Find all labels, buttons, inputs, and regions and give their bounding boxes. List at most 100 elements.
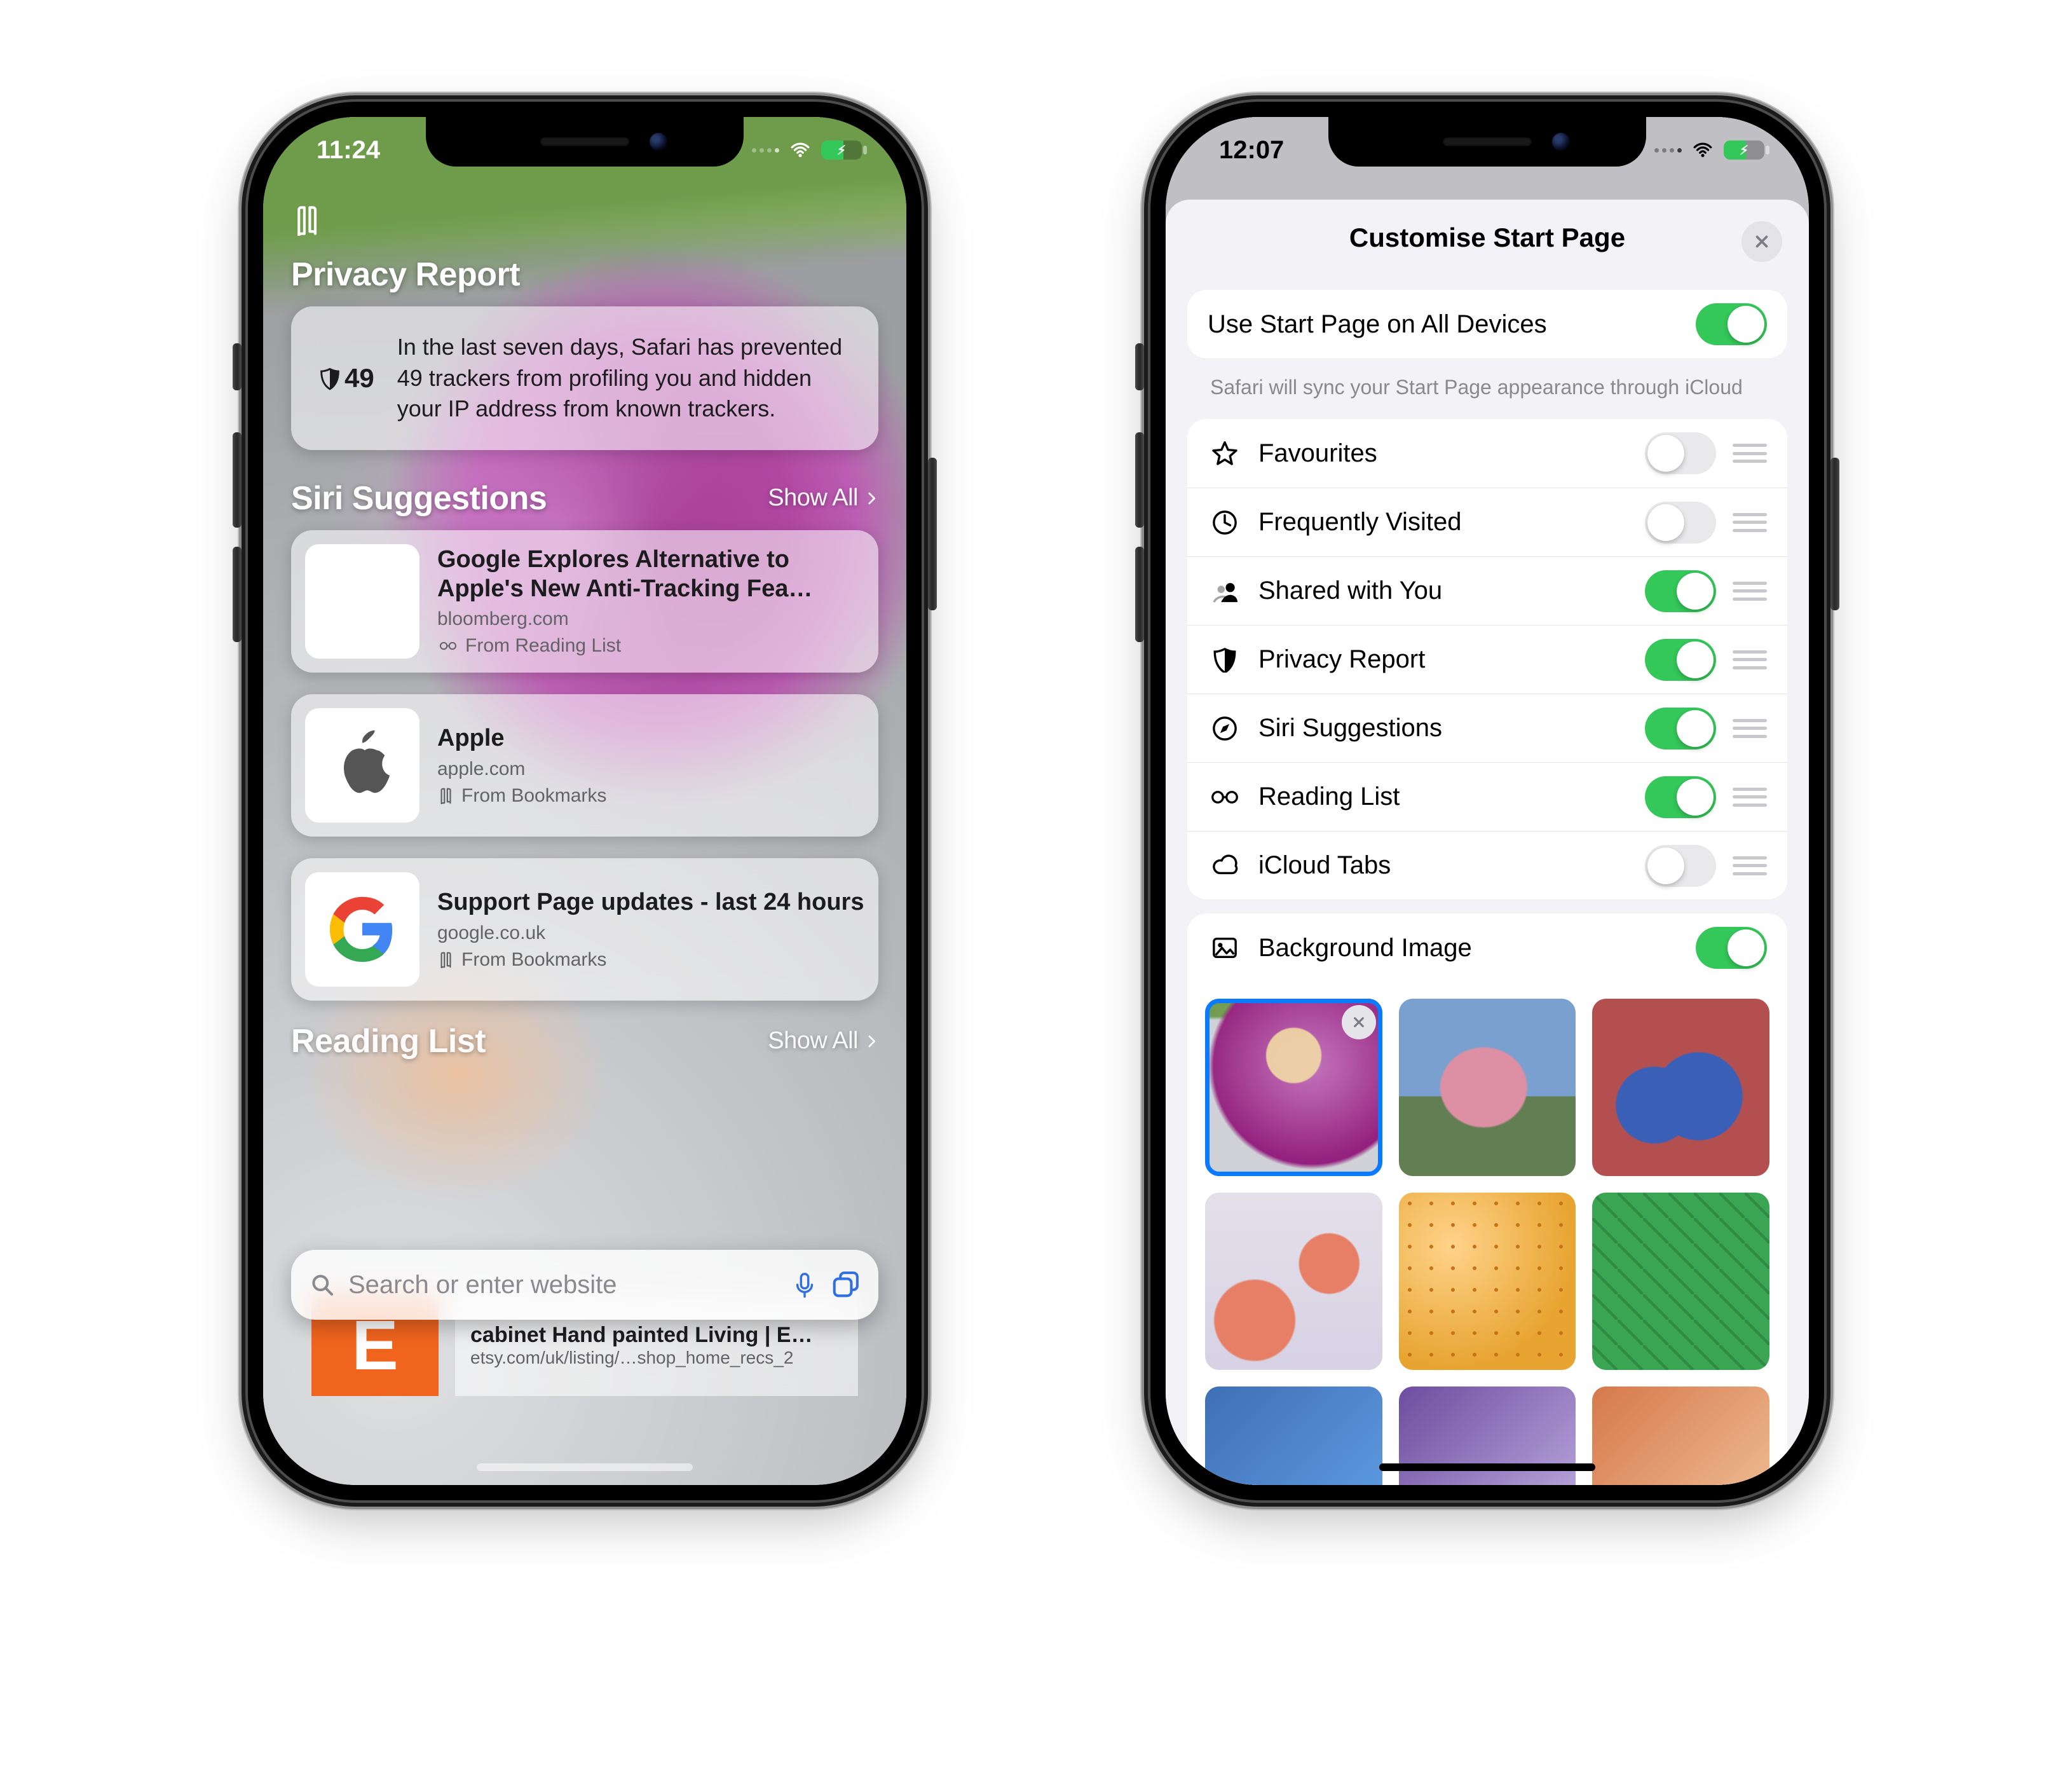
home-indicator[interactable] bbox=[477, 1463, 693, 1471]
section-row: Privacy Report bbox=[1187, 625, 1787, 694]
silence-switch[interactable] bbox=[1135, 343, 1144, 390]
notch bbox=[426, 117, 744, 167]
sync-label: Use Start Page on All Devices bbox=[1208, 310, 1679, 339]
show-all-link[interactable]: Show All bbox=[768, 1027, 878, 1055]
suggestion-title: Support Page updates - last 24 hours bbox=[437, 888, 864, 917]
section-toggle[interactable] bbox=[1645, 639, 1716, 681]
shield-icon bbox=[1208, 647, 1242, 673]
section-toggle[interactable] bbox=[1645, 845, 1716, 887]
section-label: Privacy Report bbox=[1258, 645, 1628, 674]
reading-item-title: cabinet Hand painted Living | E… bbox=[470, 1323, 843, 1348]
section-row: Frequently Visited bbox=[1187, 488, 1787, 556]
microphone-icon bbox=[792, 1271, 817, 1299]
section-toggle[interactable] bbox=[1645, 432, 1716, 474]
bg-option-current[interactable] bbox=[1205, 999, 1382, 1176]
suggestion-title: Apple bbox=[437, 724, 606, 753]
bg-option[interactable] bbox=[1592, 1193, 1769, 1370]
privacy-summary: In the last seven days, Safari has preve… bbox=[397, 332, 850, 425]
google-icon bbox=[327, 894, 397, 964]
drag-handle[interactable] bbox=[1733, 444, 1767, 463]
sections-group: Favourites Frequently Visited Shared with … bbox=[1187, 419, 1787, 900]
bg-option[interactable] bbox=[1592, 1386, 1769, 1485]
bg-option[interactable] bbox=[1399, 1193, 1576, 1370]
section-row: Shared with You bbox=[1187, 556, 1787, 625]
status-time: 12:07 bbox=[1219, 136, 1284, 165]
thumbnail bbox=[305, 708, 419, 823]
customise-sheet: Customise Start Page Use Start Page on A… bbox=[1166, 200, 1809, 1485]
address-bar[interactable]: Search or enter website bbox=[291, 1250, 878, 1320]
screen-right: 12:07 ⚡︎ Customise Start Page Use Start … bbox=[1166, 117, 1809, 1485]
section-row: iCloud Tabs bbox=[1187, 831, 1787, 900]
wifi-icon bbox=[1691, 140, 1715, 160]
power-button[interactable] bbox=[1830, 458, 1839, 610]
volume-down-button[interactable] bbox=[233, 547, 242, 642]
voice-search-button[interactable] bbox=[792, 1271, 817, 1299]
volume-up-button[interactable] bbox=[1135, 432, 1144, 528]
glasses-icon bbox=[1208, 784, 1242, 810]
chevron-right-icon bbox=[864, 1032, 878, 1051]
suggestion-domain: google.co.uk bbox=[437, 922, 864, 944]
address-placeholder: Search or enter website bbox=[348, 1271, 778, 1299]
home-indicator[interactable] bbox=[1379, 1463, 1595, 1471]
background-group: Background Image bbox=[1187, 914, 1787, 1485]
image-icon bbox=[1208, 935, 1242, 961]
sync-toggle[interactable] bbox=[1696, 303, 1767, 345]
sheet-header: Customise Start Page bbox=[1187, 200, 1787, 276]
reading-item-domain: etsy.com/uk/listing/…shop_home_recs_2 bbox=[470, 1348, 843, 1368]
volume-down-button[interactable] bbox=[1135, 547, 1144, 642]
bg-option[interactable] bbox=[1399, 999, 1576, 1176]
drag-handle[interactable] bbox=[1733, 856, 1767, 875]
power-button[interactable] bbox=[928, 458, 937, 610]
search-icon bbox=[310, 1273, 334, 1297]
volume-up-button[interactable] bbox=[233, 432, 242, 528]
drag-handle[interactable] bbox=[1733, 788, 1767, 807]
section-toggle[interactable] bbox=[1645, 776, 1716, 818]
siri-suggestion-item[interactable]: Apple apple.com From Bookmarks bbox=[291, 694, 878, 837]
clock-icon bbox=[1208, 510, 1242, 535]
bg-option[interactable] bbox=[1205, 1386, 1382, 1485]
battery-icon: ⚡︎ bbox=[1724, 140, 1764, 160]
close-button[interactable] bbox=[1741, 221, 1782, 262]
drag-handle[interactable] bbox=[1733, 582, 1767, 601]
drag-handle[interactable] bbox=[1733, 513, 1767, 532]
section-toggle[interactable] bbox=[1645, 570, 1716, 612]
sheet-title: Customise Start Page bbox=[1349, 222, 1625, 253]
section-toggle[interactable] bbox=[1645, 708, 1716, 750]
bookmarks-button[interactable] bbox=[291, 204, 324, 237]
glasses-icon bbox=[437, 638, 459, 654]
privacy-report-title: Privacy Report bbox=[291, 256, 878, 294]
bg-option[interactable] bbox=[1592, 999, 1769, 1176]
section-toggle[interactable] bbox=[1645, 502, 1716, 544]
privacy-report-card[interactable]: 49 In the last seven days, Safari has pr… bbox=[291, 306, 878, 450]
phone-left: 11:24 ⚡︎ Privacy Report 49 bbox=[248, 102, 922, 1500]
section-label: Shared with You bbox=[1258, 577, 1628, 605]
reading-list-header: Reading List Show All bbox=[291, 1022, 878, 1060]
drag-handle[interactable] bbox=[1733, 719, 1767, 738]
status-time: 11:24 bbox=[317, 136, 380, 165]
suggestion-title: Google Explores Alternative to Apple's N… bbox=[437, 545, 864, 603]
siri-suggestion-item[interactable]: Support Page updates - last 24 hours goo… bbox=[291, 858, 878, 1001]
silence-switch[interactable] bbox=[233, 343, 242, 390]
remove-bg-button[interactable] bbox=[1342, 1005, 1376, 1039]
book-icon bbox=[437, 952, 455, 968]
cellular-icon bbox=[1654, 148, 1682, 153]
thumbnail bbox=[305, 544, 419, 659]
chevron-right-icon bbox=[864, 489, 878, 508]
section-row: Reading List bbox=[1187, 762, 1787, 831]
tabs-icon bbox=[831, 1271, 859, 1299]
siri-suggestion-item[interactable]: Google Explores Alternative to Apple's N… bbox=[291, 530, 878, 673]
bg-option[interactable] bbox=[1205, 1193, 1382, 1370]
suggestion-domain: apple.com bbox=[437, 758, 606, 780]
show-all-link[interactable]: Show All bbox=[768, 484, 878, 512]
tabs-button[interactable] bbox=[831, 1271, 859, 1299]
section-label: Favourites bbox=[1258, 439, 1628, 468]
suggestion-source: From Reading List bbox=[437, 635, 864, 657]
star-icon bbox=[1208, 441, 1242, 466]
section-label: Frequently Visited bbox=[1258, 508, 1628, 537]
drag-handle[interactable] bbox=[1733, 650, 1767, 669]
background-toggle[interactable] bbox=[1696, 927, 1767, 969]
section-label: Siri Suggestions bbox=[1258, 714, 1628, 743]
suggestion-source: From Bookmarks bbox=[437, 949, 864, 971]
close-icon bbox=[1754, 233, 1770, 250]
background-row: Background Image bbox=[1187, 914, 1787, 982]
